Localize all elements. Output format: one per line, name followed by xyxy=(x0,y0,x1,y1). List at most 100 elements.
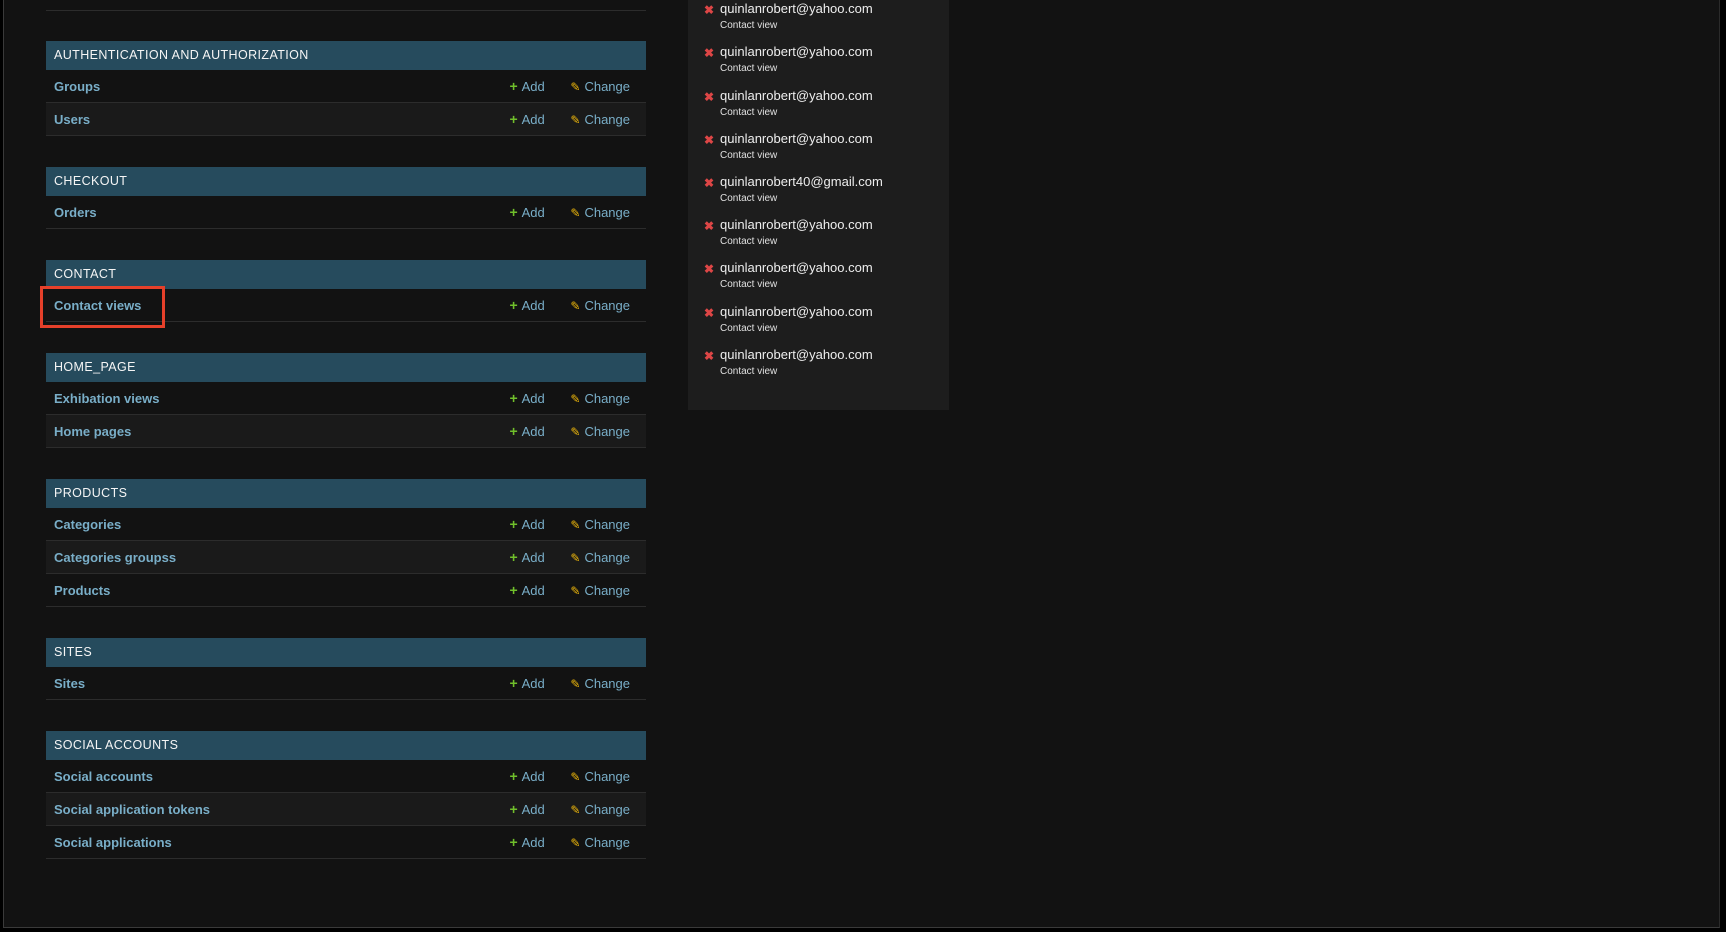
add-button[interactable]: + Add xyxy=(509,78,544,94)
model-link-products[interactable]: Products xyxy=(54,574,110,607)
pencil-icon: ✎ xyxy=(570,392,581,406)
recent-action-object: quinlanrobert@yahoo.com xyxy=(720,131,873,146)
change-button[interactable]: ✎ Change xyxy=(570,676,630,691)
pencil-icon: ✎ xyxy=(570,80,581,94)
change-button[interactable]: ✎ Change xyxy=(570,205,630,220)
change-button[interactable]: ✎ Change xyxy=(570,79,630,94)
model-link-orders[interactable]: Orders xyxy=(54,196,97,229)
change-label: Change xyxy=(584,424,630,439)
row-actions: + Add ✎ Change xyxy=(509,415,630,449)
module-caption[interactable]: PRODUCTS xyxy=(46,479,646,508)
add-button[interactable]: + Add xyxy=(509,204,545,220)
module-caption[interactable]: CONTACT xyxy=(46,260,646,289)
module-caption[interactable]: SITES xyxy=(46,638,646,667)
add-button[interactable]: + Add xyxy=(509,516,544,532)
model-link-sites[interactable]: Sites xyxy=(54,667,85,700)
pencil-icon: ✎ xyxy=(570,836,581,850)
chevron-up-icon: ⌃ xyxy=(608,0,618,6)
module-caption[interactable]: AUTHENTICATION AND AUTHORIZATION xyxy=(46,41,646,70)
change-button[interactable]: ✎ Change xyxy=(570,550,630,565)
change-label: Change xyxy=(584,802,630,817)
model-link-groups[interactable]: Groups xyxy=(54,70,100,103)
change-button[interactable]: ✎ Change xyxy=(570,769,630,784)
change-button[interactable]: ✎ Change xyxy=(570,583,630,598)
table-row: Users + Add ✎ Change xyxy=(46,103,646,136)
add-button[interactable]: + Add xyxy=(509,675,545,691)
change-button[interactable]: ✎ Change xyxy=(570,112,630,127)
plus-icon: + xyxy=(509,834,518,850)
change-label: Change xyxy=(584,112,630,127)
pencil-icon: ✎ xyxy=(570,677,581,691)
model-link-categories[interactable]: Categories xyxy=(54,508,121,541)
recent-action-object: quinlanrobert@yahoo.com xyxy=(720,217,873,232)
model-link-social-accounts[interactable]: Social accounts xyxy=(54,760,153,793)
admin-content-area: ⌃ AUTHENTICATION AND AUTHORIZATION Group… xyxy=(3,0,1720,928)
plus-icon: + xyxy=(509,768,518,784)
add-label: Add xyxy=(521,583,545,598)
module-caption[interactable]: CHECKOUT xyxy=(46,167,646,196)
add-button[interactable]: + Add xyxy=(509,549,544,565)
add-button[interactable]: + Add xyxy=(509,297,545,313)
recent-actions-panel: ✖ quinlanrobert@yahoo.com Contact view ✖… xyxy=(688,0,949,410)
module-caption[interactable]: SOCIAL ACCOUNTS xyxy=(46,731,646,760)
change-label: Change xyxy=(584,517,630,532)
change-button[interactable]: ✎ Change xyxy=(570,835,630,850)
table-row: Exhibation views + Add ✎ Change xyxy=(46,382,646,415)
add-button[interactable]: + Add xyxy=(509,834,544,850)
recent-action-type: Contact view xyxy=(720,323,778,334)
add-button[interactable]: + Add xyxy=(509,390,545,406)
add-button[interactable]: + Add xyxy=(509,423,545,439)
row-actions: + Add ✎ Change xyxy=(509,574,630,608)
recent-action-type: Contact view xyxy=(720,279,778,290)
module-auth: AUTHENTICATION AND AUTHORIZATION Groups … xyxy=(46,41,646,136)
row-actions: + Add ✎ Change xyxy=(509,793,630,827)
plus-icon: + xyxy=(509,390,518,406)
change-button[interactable]: ✎ Change xyxy=(570,391,630,406)
change-button[interactable]: ✎ Change xyxy=(570,424,630,439)
change-button[interactable]: ✎ Change xyxy=(570,298,630,313)
table-row: Social accounts + Add ✎ Change xyxy=(46,760,646,793)
row-actions: + Add ✎ Change xyxy=(509,826,630,860)
model-link-social-application-tokens[interactable]: Social application tokens xyxy=(54,793,210,826)
plus-icon: + xyxy=(509,549,518,565)
model-link-home-pages[interactable]: Home pages xyxy=(54,415,131,448)
row-actions: + Add ✎ Change xyxy=(509,667,630,701)
add-label: Add xyxy=(521,112,545,127)
model-link-exhibation-views[interactable]: Exhibation views xyxy=(54,382,159,415)
add-button[interactable]: + Add xyxy=(509,111,545,127)
recent-action-object: quinlanrobert@yahoo.com xyxy=(720,44,873,59)
pencil-icon: ✎ xyxy=(570,770,581,784)
recent-action-type: Contact view xyxy=(720,193,778,204)
change-label: Change xyxy=(584,391,630,406)
add-label: Add xyxy=(521,424,545,439)
row-actions: + Add ✎ Change xyxy=(509,289,630,323)
module-checkout: CHECKOUT Orders + Add ✎ Change xyxy=(46,167,646,229)
table-row: Categories + Add ✎ Change xyxy=(46,508,646,541)
pencil-icon: ✎ xyxy=(570,113,581,127)
add-button[interactable]: + Add xyxy=(509,582,545,598)
add-label: Add xyxy=(521,205,545,220)
add-label: Add xyxy=(521,676,545,691)
module-home-page: HOME_PAGE Exhibation views + Add ✎ Change … xyxy=(46,353,646,448)
add-label: Add xyxy=(521,391,545,406)
module-social-accounts: SOCIAL ACCOUNTS Social accounts + Add ✎ Ch… xyxy=(46,731,646,859)
module-caption[interactable]: HOME_PAGE xyxy=(46,353,646,382)
recent-action-object: quinlanrobert@yahoo.com xyxy=(720,260,873,275)
plus-icon: + xyxy=(509,675,518,691)
table-row: Products + Add ✎ Change xyxy=(46,574,646,607)
delete-icon: ✖ xyxy=(704,306,715,320)
add-button[interactable]: + Add xyxy=(509,801,544,817)
table-row: Orders + Add ✎ Change xyxy=(46,196,646,229)
add-label: Add xyxy=(521,298,545,313)
table-row: Categories groupss + Add ✎ Change xyxy=(46,541,646,574)
model-link-categories-groupss[interactable]: Categories groupss xyxy=(54,541,176,574)
change-button[interactable]: ✎ Change xyxy=(570,517,630,532)
add-button[interactable]: + Add xyxy=(509,768,544,784)
model-link-social-applications[interactable]: Social applications xyxy=(54,826,172,859)
pencil-icon: ✎ xyxy=(570,584,581,598)
delete-icon: ✖ xyxy=(704,3,715,17)
change-button[interactable]: ✎ Change xyxy=(570,802,630,817)
model-link-users[interactable]: Users xyxy=(54,103,90,136)
pencil-icon: ✎ xyxy=(570,206,581,220)
change-label: Change xyxy=(584,676,630,691)
